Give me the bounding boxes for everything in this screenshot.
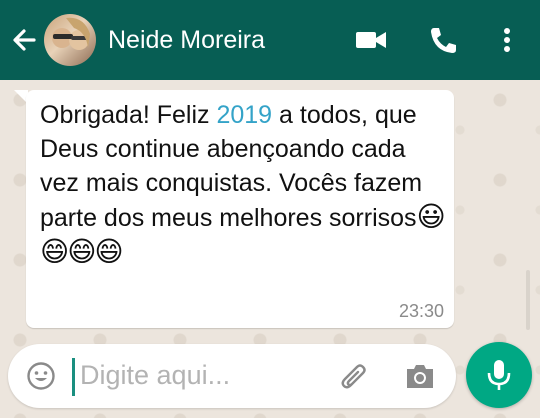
message-input[interactable]: Digite aqui... — [80, 360, 230, 391]
phone-icon[interactable] — [426, 24, 460, 56]
avatar[interactable] — [44, 14, 96, 66]
text-cursor — [72, 358, 75, 396]
more-options-icon[interactable] — [494, 24, 520, 56]
scroll-indicator — [526, 270, 530, 330]
camera-icon[interactable] — [404, 362, 436, 390]
message-input-bar: Digite aqui... — [8, 344, 456, 408]
incoming-message-bubble[interactable]: Obrigada! Feliz 2019 a todos, que Deus c… — [26, 90, 454, 328]
message-text: Obrigada! Feliz 2019 a todos, que Deus c… — [40, 98, 450, 270]
emoji-icon[interactable] — [26, 361, 56, 391]
attach-clip-icon[interactable] — [338, 360, 372, 394]
message-text-part: Obrigada! Feliz — [40, 101, 217, 129]
message-timestamp: 23:30 — [398, 301, 444, 321]
message-year-link[interactable]: 2019 — [216, 101, 272, 129]
contact-name[interactable]: Neide Moreira — [108, 24, 265, 56]
chat-header: Neide Moreira — [0, 0, 540, 80]
mic-button[interactable] — [466, 342, 532, 408]
video-call-icon[interactable] — [354, 24, 388, 56]
back-arrow-icon[interactable] — [8, 22, 40, 58]
mic-icon — [487, 360, 511, 390]
